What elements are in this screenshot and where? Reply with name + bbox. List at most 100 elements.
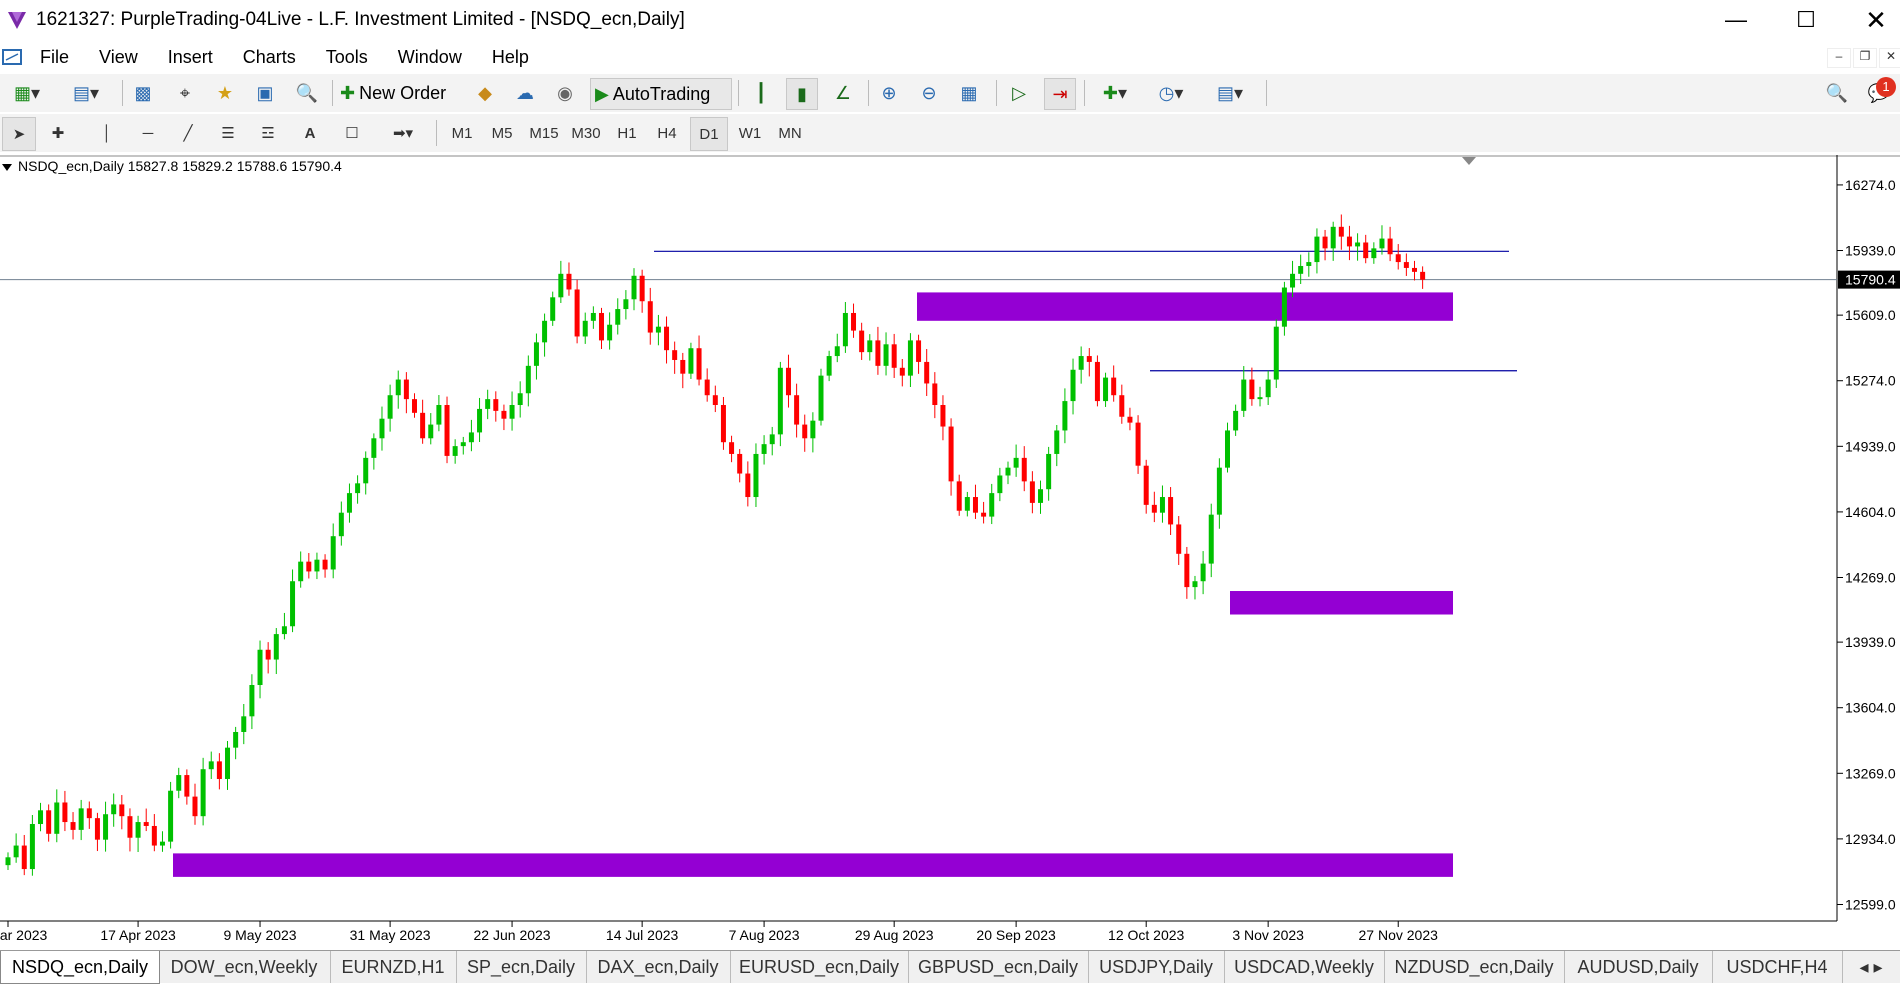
menu-file[interactable]: File	[40, 47, 69, 68]
tab-dax-daily[interactable]: DAX_ecn,Daily	[586, 951, 731, 983]
terminal-button[interactable]: ▣	[250, 78, 280, 108]
timeframe-mn[interactable]: MN	[772, 117, 808, 149]
candle-body	[1233, 410, 1239, 431]
timeframe-h1[interactable]: H1	[610, 117, 644, 149]
candle-body	[436, 405, 442, 425]
tab-dow-weekly[interactable]: DOW_ecn,Weekly	[158, 951, 331, 983]
y-tick-label: 13604.0	[1845, 700, 1896, 716]
menu-insert[interactable]: Insert	[168, 47, 213, 68]
timeframe-h4[interactable]: H4	[650, 117, 684, 149]
x-tick-label: 31 May 2023	[350, 927, 431, 943]
minimize-icon[interactable]: —	[1700, 0, 1772, 40]
text-tool-button[interactable]: A	[294, 117, 326, 149]
menu-tools[interactable]: Tools	[326, 47, 368, 68]
tab-usdchf-h4[interactable]: USDCHF,H4	[1712, 951, 1843, 983]
fibonacci-button[interactable]: ☲	[252, 117, 284, 149]
zoom-in-button[interactable]: ⊕	[874, 78, 904, 108]
auto-scroll-button[interactable]: ⇥	[1044, 78, 1076, 110]
profiles-button[interactable]: ▤ ▾	[60, 78, 112, 108]
candle-body	[1241, 379, 1247, 411]
timeframe-m5[interactable]: M5	[484, 117, 520, 149]
candle-body	[1265, 379, 1271, 398]
zoom-out-button[interactable]: ⊖	[914, 78, 944, 108]
new-order-button[interactable]: ✚ New Order	[340, 78, 466, 108]
symbol-collapse-icon[interactable]	[2, 164, 12, 171]
search-button[interactable]: 🔍	[1822, 78, 1852, 108]
tabs-scroll[interactable]: ◂ ▸	[1842, 951, 1900, 983]
trendline-button[interactable]: ╱	[172, 117, 204, 149]
timeframe-m1[interactable]: M1	[444, 117, 480, 149]
chart-window[interactable]: NSDQ_ecn,Daily 15827.8 15829.2 15788.6 1…	[0, 155, 1900, 950]
candle-body	[550, 297, 556, 321]
chart-close-icon[interactable]: ✕	[1879, 48, 1900, 68]
data-window-button[interactable]: ⌖	[170, 78, 200, 108]
notifications-button[interactable]: 💬 1	[1862, 77, 1896, 108]
candle-body	[428, 424, 434, 439]
timeframe-m15[interactable]: M15	[524, 117, 564, 149]
chart-restore-icon[interactable]: ❐	[1853, 48, 1877, 68]
vertical-line-button[interactable]: │	[92, 117, 122, 149]
indicators-button[interactable]: ✚ ▾	[1092, 78, 1138, 108]
menu-window[interactable]: Window	[398, 47, 462, 68]
market-watch-button[interactable]: ▩	[128, 78, 158, 108]
close-icon[interactable]: ✕	[1840, 0, 1900, 40]
menu-charts[interactable]: Charts	[243, 47, 296, 68]
candle-body	[208, 761, 214, 770]
line-chart-button[interactable]: ∠	[828, 78, 858, 108]
tab-gbpusd-daily[interactable]: GBPUSD_ecn,Daily	[908, 951, 1089, 983]
price-chart[interactable]: NSDQ_ecn,Daily 15827.8 15829.2 15788.6 1…	[0, 155, 1900, 950]
y-tick-label: 13939.0	[1845, 634, 1896, 650]
candle-body	[916, 340, 922, 362]
candle-body	[704, 379, 710, 396]
periods-button[interactable]: ◷ ▾	[1148, 78, 1194, 108]
candle-body	[761, 444, 767, 454]
equidistant-channel-button[interactable]: ☰	[212, 117, 244, 149]
candle-body	[785, 367, 791, 396]
text-label-button[interactable]: ☐	[336, 117, 368, 149]
tab-eurnzd-h1[interactable]: EURNZD,H1	[330, 951, 457, 983]
timeframe-w1[interactable]: W1	[732, 117, 768, 149]
bar-chart-button[interactable]: ┃	[746, 78, 776, 108]
candle-body	[444, 405, 450, 456]
tab-usdjpy-daily[interactable]: USDJPY,Daily	[1088, 951, 1225, 983]
candle-body	[1420, 271, 1426, 280]
clock-icon: ◷	[1158, 82, 1175, 103]
signals-button[interactable]: ☁	[510, 78, 540, 108]
timeframe-m30[interactable]: M30	[566, 117, 606, 149]
candle-body	[802, 424, 808, 439]
candle-body	[533, 342, 539, 366]
candle-body	[13, 845, 19, 858]
horizontal-line-button[interactable]: ─	[132, 117, 164, 149]
strategy-tester-button[interactable]: 🔍	[292, 78, 322, 108]
x-tick-label: 17 Apr 2023	[100, 927, 176, 943]
tab-sp-daily[interactable]: SP_ecn,Daily	[456, 951, 587, 983]
metaeditor-button[interactable]: ◆	[470, 78, 500, 108]
cursor-tool-button[interactable]: ➤	[2, 117, 36, 151]
tab-nzdusd-daily[interactable]: NZDUSD_ecn,Daily	[1384, 951, 1565, 983]
navigator-button[interactable]: ★	[210, 78, 240, 108]
new-chart-button[interactable]: ▦ ▾	[4, 78, 50, 108]
candlestick-chart-button[interactable]: ▮	[786, 78, 818, 110]
market-button[interactable]: ◉	[550, 78, 580, 108]
timeframe-d1[interactable]: D1	[690, 117, 728, 151]
candle-body	[135, 822, 141, 838]
arrows-button[interactable]: ➡▾	[378, 117, 428, 149]
vertical-line-icon: │	[102, 124, 112, 142]
menu-view[interactable]: View	[99, 47, 138, 68]
templates-button[interactable]: ▤ ▾	[1204, 78, 1256, 108]
tab-audusd-daily[interactable]: AUDUSD,Daily	[1564, 951, 1713, 983]
chart-minimize-icon[interactable]: –	[1827, 48, 1851, 68]
chart-shift-button[interactable]: ▷	[1004, 78, 1034, 108]
crosshair-tool-button[interactable]: ✚	[42, 117, 74, 149]
tab-eurusd-daily[interactable]: EURUSD_ecn,Daily	[730, 951, 909, 983]
tile-windows-button[interactable]: ▦	[954, 78, 984, 108]
chart-shift-marker[interactable]	[1462, 157, 1476, 165]
tab-nsdq-daily[interactable]: NSDQ_ecn,Daily	[0, 951, 160, 984]
maximize-icon[interactable]: ☐	[1770, 0, 1842, 40]
menu-help[interactable]: Help	[492, 47, 529, 68]
autotrading-button[interactable]: ▶ AutoTrading	[590, 78, 732, 110]
candle-body	[712, 395, 718, 406]
candle-body	[769, 434, 775, 445]
candle-body	[1151, 504, 1157, 513]
tab-usdcad-weekly[interactable]: USDCAD,Weekly	[1224, 951, 1385, 983]
